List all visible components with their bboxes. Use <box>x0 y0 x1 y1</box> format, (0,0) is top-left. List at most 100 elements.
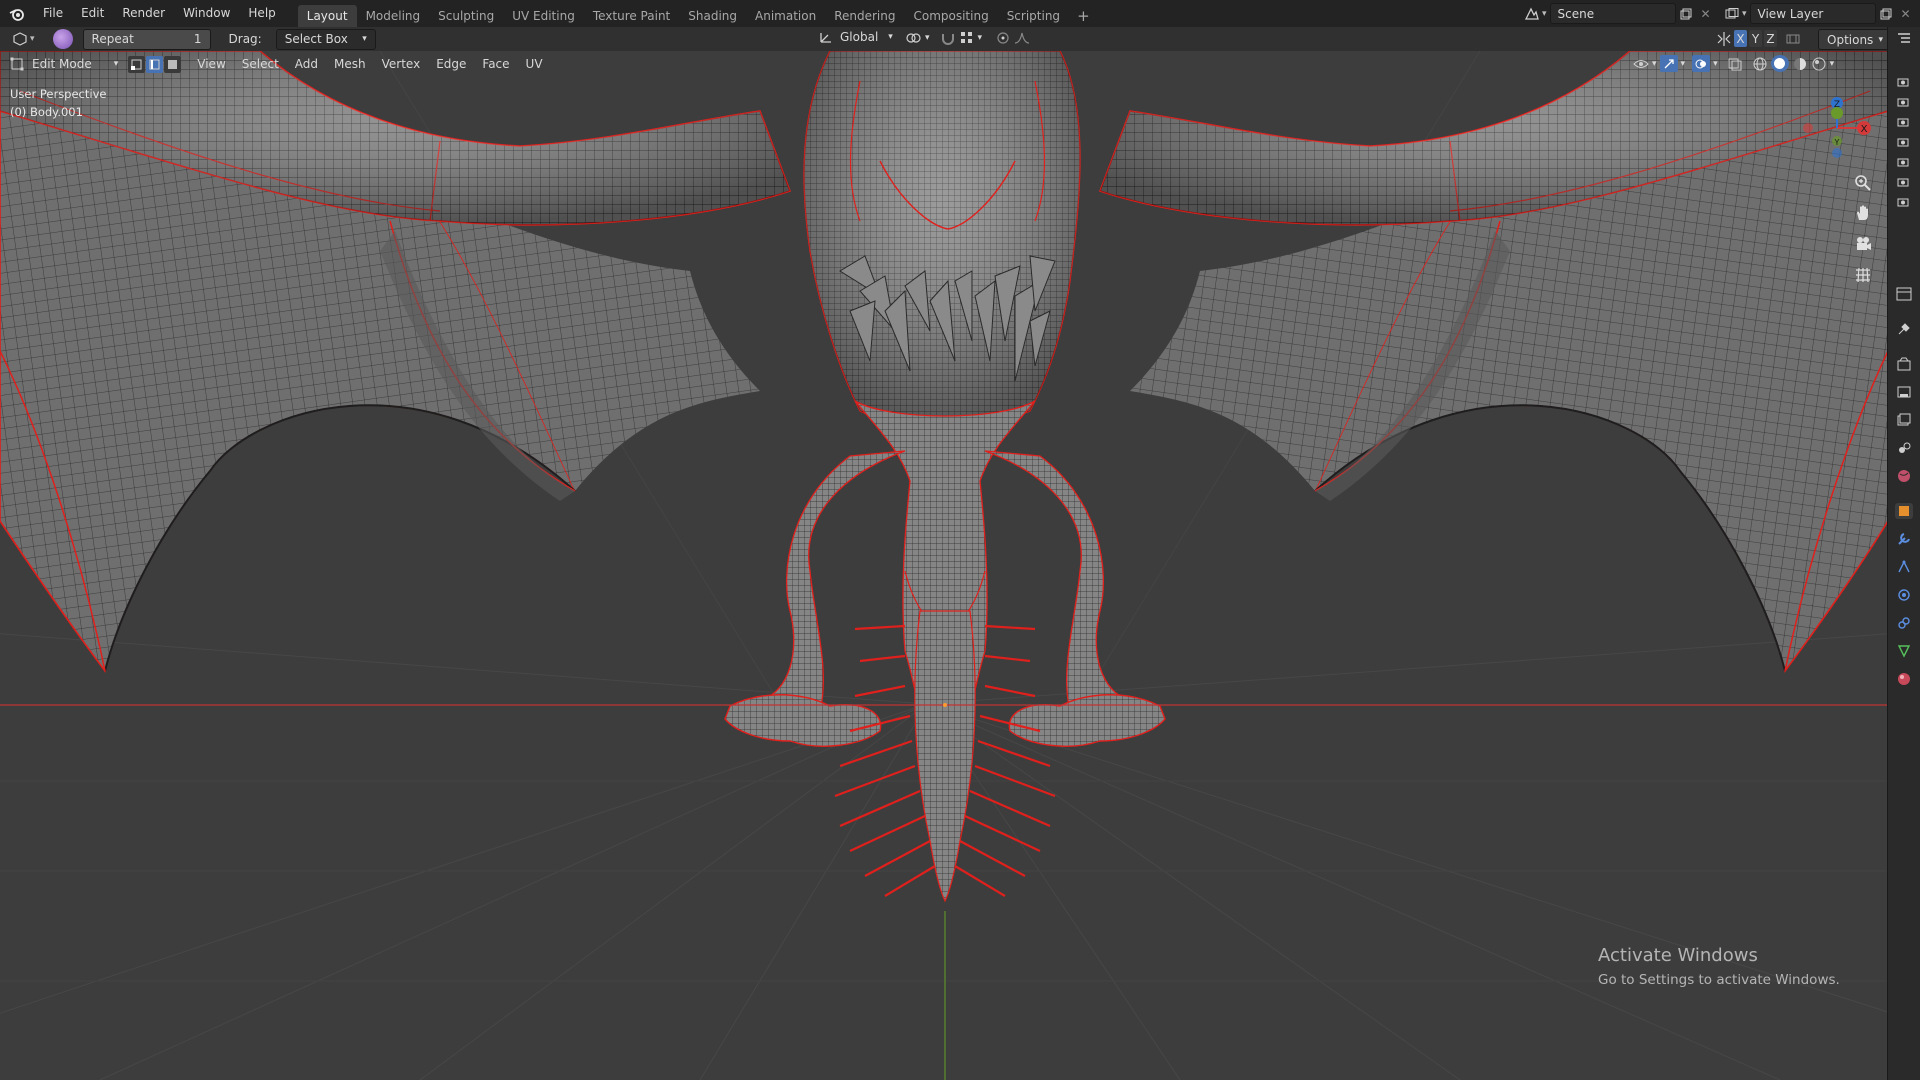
proportional-edit-icon[interactable] <box>996 31 1010 45</box>
view-layer-tab-icon[interactable] <box>1896 412 1912 428</box>
mirror-z-toggle[interactable]: Z <box>1764 30 1777 47</box>
delete-view-layer-icon[interactable]: ✕ <box>1896 4 1916 23</box>
material-preview-icon[interactable] <box>1792 56 1808 72</box>
ortho-grid-icon[interactable] <box>1850 262 1876 288</box>
menu-select[interactable]: Select <box>234 55 287 74</box>
tab-rendering[interactable]: Rendering <box>825 5 904 27</box>
object-tab-icon[interactable] <box>1895 503 1913 519</box>
solid-shading-icon[interactable] <box>1770 55 1789 72</box>
menu-file[interactable]: File <box>34 0 72 27</box>
rendered-shading-icon[interactable] <box>1811 56 1827 72</box>
camera-visibility-icon[interactable] <box>1895 175 1911 189</box>
delete-scene-icon[interactable]: ✕ <box>1696 4 1716 23</box>
properties-tab-strip <box>1887 27 1920 1080</box>
chevron-down-icon: ▾ <box>1680 58 1686 69</box>
vertex-select-icon[interactable] <box>128 55 146 73</box>
properties-editor-icon[interactable] <box>1896 286 1912 302</box>
snap-magnet-icon[interactable] <box>940 31 956 45</box>
menu-add[interactable]: Add <box>287 55 326 74</box>
drag-label: Drag: <box>228 32 262 46</box>
render-tab-icon[interactable] <box>1896 356 1912 372</box>
menu-view[interactable]: View <box>189 55 233 74</box>
pivot-point-icon[interactable] <box>905 31 921 45</box>
zoom-icon[interactable] <box>1850 170 1876 196</box>
gizmo-toggle-icon[interactable] <box>1659 55 1678 72</box>
repeat-label: Repeat <box>91 32 134 46</box>
material-tab-icon[interactable] <box>1896 671 1912 687</box>
constraints-tab-icon[interactable] <box>1896 615 1912 631</box>
new-view-layer-icon[interactable] <box>1876 4 1896 23</box>
mirror-y-toggle[interactable]: Y <box>1749 30 1762 47</box>
menu-window[interactable]: Window <box>174 0 239 27</box>
wireframe-shading-icon[interactable] <box>1752 56 1768 72</box>
blender-logo-icon[interactable] <box>0 0 34 27</box>
editor-type-icon[interactable] <box>10 30 30 49</box>
menu-mesh[interactable]: Mesh <box>326 55 374 74</box>
3d-viewport[interactable]: Edit Mode ▾ View Select Add Mesh Vertex … <box>0 51 1888 1080</box>
camera-view-icon[interactable] <box>1850 231 1876 257</box>
transform-orientation[interactable]: Global ▾ <box>818 30 893 44</box>
tool-icon[interactable] <box>52 29 73 49</box>
camera-visibility-icon[interactable] <box>1895 195 1911 209</box>
menu-render[interactable]: Render <box>113 0 174 27</box>
modifier-tab-icon[interactable] <box>1896 531 1912 547</box>
camera-visibility-icon[interactable] <box>1895 75 1911 89</box>
chevron-down-icon: ▾ <box>1742 8 1747 19</box>
gizmo-neg-x-axis[interactable] <box>1803 123 1813 133</box>
camera-visibility-icon[interactable] <box>1895 135 1911 149</box>
gizmo-y-axis[interactable] <box>1831 107 1843 119</box>
gizmo-neg-z-axis[interactable] <box>1832 148 1842 158</box>
chevron-down-icon: ▾ <box>1542 8 1547 19</box>
view-layer-name-field[interactable]: View Layer <box>1749 3 1876 24</box>
camera-visibility-icon[interactable] <box>1895 155 1911 169</box>
face-select-icon[interactable] <box>164 55 182 73</box>
particles-tab-icon[interactable] <box>1896 559 1912 575</box>
mesh-data-tab-icon[interactable] <box>1896 643 1912 659</box>
tab-animation[interactable]: Animation <box>746 5 825 27</box>
tool-tab-icon[interactable] <box>1896 321 1912 337</box>
tab-compositing[interactable]: Compositing <box>904 5 997 27</box>
tab-layout[interactable]: Layout <box>297 5 357 27</box>
mirror-x-toggle[interactable]: X <box>1734 30 1747 47</box>
world-tab-icon[interactable] <box>1896 468 1912 484</box>
scene-icon[interactable] <box>1522 4 1542 23</box>
xray-toggle-icon[interactable] <box>1727 57 1743 71</box>
menu-uv[interactable]: UV <box>518 55 551 74</box>
add-workspace-button[interactable]: + <box>1069 5 1098 27</box>
menu-edge[interactable]: Edge <box>428 55 474 74</box>
repeat-field[interactable]: Repeat 1 <box>82 28 211 50</box>
menu-vertex[interactable]: Vertex <box>374 55 429 74</box>
navigation-gizmo[interactable]: X Z Y <box>1792 83 1882 173</box>
scene-tab-icon[interactable] <box>1896 440 1912 456</box>
falloff-curve-icon[interactable] <box>1014 31 1030 45</box>
menu-edit[interactable]: Edit <box>72 0 113 27</box>
outliner-editor-icon[interactable] <box>1896 31 1912 45</box>
tab-uv-editing[interactable]: UV Editing <box>503 5 584 27</box>
overlays-toggle-icon[interactable] <box>1692 55 1711 72</box>
drag-select[interactable]: Select Box ▾ <box>275 28 376 50</box>
tab-scripting[interactable]: Scripting <box>998 5 1069 27</box>
snap-increment-icon[interactable] <box>960 31 974 45</box>
chevron-down-icon: ▾ <box>1878 34 1883 45</box>
output-tab-icon[interactable] <box>1896 384 1912 400</box>
options-dropdown[interactable]: Options ▾ <box>1818 29 1892 50</box>
view-layer-icon[interactable] <box>1722 4 1742 23</box>
edge-select-icon[interactable] <box>146 55 164 73</box>
new-scene-icon[interactable] <box>1676 4 1696 23</box>
main-menu: File Edit Render Window Help <box>34 0 285 27</box>
topology-mirror-icon[interactable] <box>1785 32 1801 46</box>
menu-help[interactable]: Help <box>239 0 284 27</box>
menu-face[interactable]: Face <box>474 55 517 74</box>
physics-tab-icon[interactable] <box>1896 587 1912 603</box>
camera-visibility-icon[interactable] <box>1895 115 1911 129</box>
visibility-eye-icon[interactable] <box>1633 57 1649 71</box>
mode-selector[interactable]: Edit Mode ▾ <box>10 57 118 71</box>
orientation-value: Global <box>840 30 879 44</box>
scene-name-field[interactable]: Scene <box>1549 3 1676 24</box>
pan-hand-icon[interactable] <box>1850 200 1876 226</box>
camera-visibility-icon[interactable] <box>1895 95 1911 109</box>
tab-modeling[interactable]: Modeling <box>357 5 430 27</box>
tab-texture-paint[interactable]: Texture Paint <box>584 5 679 27</box>
tab-sculpting[interactable]: Sculpting <box>429 5 503 27</box>
tab-shading[interactable]: Shading <box>679 5 746 27</box>
